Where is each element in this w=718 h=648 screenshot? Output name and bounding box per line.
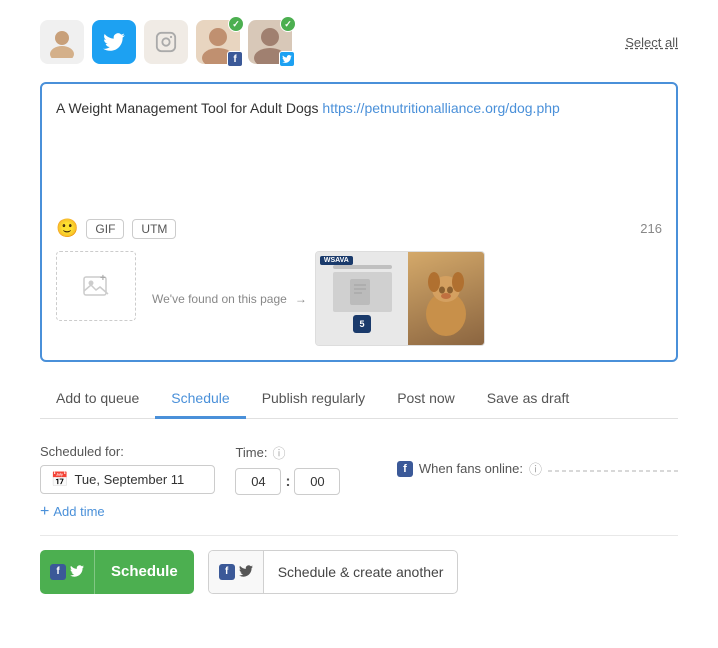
tabs-bar: Add to queue Schedule Publish regularly … xyxy=(40,380,678,419)
svg-text:+: + xyxy=(100,273,106,284)
time-separator: : xyxy=(285,473,290,490)
tab-save-as-draft[interactable]: Save as draft xyxy=(471,380,586,419)
form-divider xyxy=(40,535,678,536)
emoji-button[interactable]: 🙂 xyxy=(56,218,78,239)
calendar-icon: 📅 xyxy=(51,471,68,488)
preview-area: We've found on this page → WSAVA xyxy=(152,251,662,346)
time-group: Time: ⓘ : xyxy=(235,443,340,495)
preview-label: We've found on this page xyxy=(152,292,287,306)
schedule-create-another-button[interactable]: f Schedule & create another xyxy=(208,550,459,594)
gif-button[interactable]: GIF xyxy=(86,219,124,239)
actions-row: f Schedule f Schedule & create another xyxy=(40,550,678,594)
add-image-button[interactable]: + xyxy=(56,251,136,321)
editor-toolbar: 🙂 GIF UTM 216 xyxy=(56,210,662,239)
schedule-another-fb-icon: f xyxy=(219,564,235,580)
account-person1[interactable] xyxy=(40,20,84,64)
tab-add-to-queue[interactable]: Add to queue xyxy=(40,380,155,419)
preview-brand: WSAVA xyxy=(320,256,353,265)
account-twitter1[interactable] xyxy=(92,20,136,64)
fans-chart xyxy=(548,456,678,481)
account-instagram1[interactable] xyxy=(144,20,188,64)
date-input[interactable] xyxy=(74,472,204,487)
editor-text[interactable]: A Weight Management Tool for Adult Dogs … xyxy=(56,98,662,198)
scheduled-for-group: Scheduled for: 📅 xyxy=(40,444,215,494)
fb-icon-fans: f xyxy=(397,461,413,477)
schedule-button[interactable]: f Schedule xyxy=(40,550,194,594)
tab-schedule[interactable]: Schedule xyxy=(155,380,245,419)
account-twitter2[interactable]: ✓ xyxy=(248,20,292,64)
minute-input[interactable] xyxy=(294,468,340,495)
schedule-form: Scheduled for: 📅 Time: ⓘ : f When fans o… xyxy=(40,437,678,610)
char-count: 216 xyxy=(640,221,662,236)
accounts-bar: ✓ f ✓ Select all xyxy=(40,20,678,64)
schedule-another-tw-icon xyxy=(239,564,253,580)
account-facebook1[interactable]: ✓ f xyxy=(196,20,240,64)
time-info-icon[interactable]: ⓘ xyxy=(272,443,285,462)
fans-online-group: f When fans online: ⓘ xyxy=(397,456,678,481)
form-row-datetime: Scheduled for: 📅 Time: ⓘ : f When fans o… xyxy=(40,443,678,495)
editor-bottom: + We've found on this page → WSAVA xyxy=(56,251,662,346)
fans-online-label: When fans online: xyxy=(419,461,523,476)
tab-post-now[interactable]: Post now xyxy=(381,380,471,419)
utm-button[interactable]: UTM xyxy=(132,219,176,239)
plus-icon: + xyxy=(40,503,49,521)
fans-info-icon[interactable]: ⓘ xyxy=(529,459,542,478)
scheduled-for-label: Scheduled for: xyxy=(40,444,215,459)
time-inputs: : xyxy=(235,468,340,495)
schedule-another-btn-label: Schedule & create another xyxy=(264,551,458,593)
editor-link[interactable]: https://petnutritionalliance.org/dog.php xyxy=(322,100,559,116)
check-badge-twitter: ✓ xyxy=(280,16,296,32)
date-input-wrapper[interactable]: 📅 xyxy=(40,465,215,494)
select-all-button[interactable]: Select all xyxy=(625,35,678,50)
schedule-btn-tw-icon xyxy=(70,564,84,580)
hour-input[interactable] xyxy=(235,468,281,495)
schedule-btn-fb-icon: f xyxy=(50,564,66,580)
preview-arrow: → xyxy=(295,292,307,306)
editor-text-prefix: A Weight Management Tool for Adult Dogs xyxy=(56,100,322,116)
schedule-btn-icons: f xyxy=(40,550,95,594)
schedule-another-btn-icons: f xyxy=(209,551,264,593)
time-label: Time: xyxy=(235,445,267,460)
accounts-list: ✓ f ✓ xyxy=(40,20,292,64)
content-editor: A Weight Management Tool for Adult Dogs … xyxy=(40,82,678,362)
add-time-label: Add time xyxy=(53,504,104,519)
preview-image[interactable]: WSAVA 5 xyxy=(315,251,485,346)
add-time-button[interactable]: + Add time xyxy=(40,495,105,521)
check-badge-facebook: ✓ xyxy=(228,16,244,32)
tab-publish-regularly[interactable]: Publish regularly xyxy=(246,380,382,419)
schedule-btn-label: Schedule xyxy=(95,550,194,594)
